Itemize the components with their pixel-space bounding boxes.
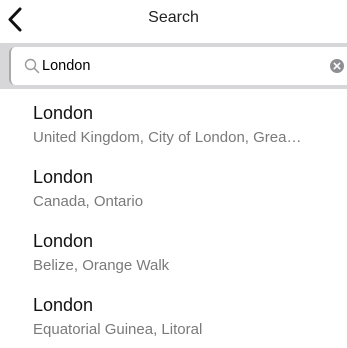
clear-circle-icon[interactable]: [330, 59, 344, 73]
search-bar: [0, 43, 347, 89]
result-subtitle: Belize, Orange Walk: [33, 257, 170, 274]
search-results-list: London United Kingdom, City of London, G…: [0, 89, 347, 345]
result-item[interactable]: London Belize, Orange Walk: [0, 217, 347, 281]
result-subtitle: United Kingdom, City of London, Grea…: [33, 129, 302, 146]
result-subtitle: Canada, Ontario: [33, 193, 144, 210]
search-icon: [24, 58, 40, 74]
result-title: London: [33, 167, 94, 187]
result-item[interactable]: London Equatorial Guinea, Litoral: [0, 281, 347, 345]
search-field[interactable]: [9, 47, 347, 85]
result-title: London: [33, 103, 94, 123]
result-title: London: [33, 231, 94, 251]
search-input[interactable]: [42, 55, 322, 77]
navigation-bar: Search: [0, 0, 347, 40]
result-subtitle: Equatorial Guinea, Litoral: [33, 321, 203, 338]
result-title: London: [33, 295, 94, 315]
result-item[interactable]: London United Kingdom, City of London, G…: [0, 89, 347, 153]
result-item[interactable]: London Canada, Ontario: [0, 153, 347, 217]
page-title: Search: [148, 9, 199, 26]
search-screen: Search London United Kingdom, Cit: [0, 0, 347, 348]
